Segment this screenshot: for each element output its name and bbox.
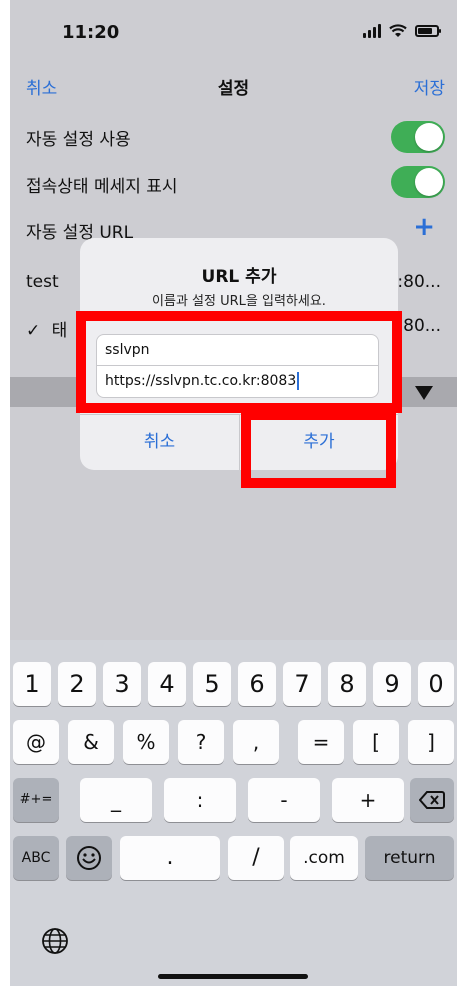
key-3[interactable]: 3: [103, 662, 141, 706]
signal-icon: [363, 24, 381, 38]
key-9[interactable]: 9: [373, 662, 411, 706]
dropdown-triangle-icon[interactable]: [415, 386, 433, 400]
list-item-check[interactable]: ✓ 태: [26, 316, 67, 341]
key-1[interactable]: 1: [13, 662, 51, 706]
status-message-toggle[interactable]: [391, 166, 445, 198]
wifi-icon: [389, 24, 407, 37]
keyboard: 1 2 3 4 5 6 7 8 9 0 @ & % ? , = [ ] #+= …: [10, 640, 457, 986]
status-icons: [363, 24, 441, 38]
dialog-cancel-button[interactable]: 취소: [80, 414, 239, 470]
key-symbols-mode[interactable]: #+=: [13, 778, 59, 822]
home-indicator[interactable]: [158, 974, 308, 979]
key-hyphen[interactable]: -: [248, 778, 320, 822]
list-item-name: 태: [51, 321, 68, 341]
toggle-knob: [415, 168, 443, 196]
return-key[interactable]: return: [365, 836, 454, 880]
key-percent[interactable]: %: [123, 720, 169, 764]
key-plus[interactable]: +: [332, 778, 404, 822]
nav-save-button[interactable]: 저장: [414, 74, 445, 99]
key-dotcom[interactable]: .com: [290, 836, 358, 880]
dialog-title: URL 추가: [201, 267, 277, 287]
list-item-trail: :80...: [397, 272, 441, 292]
key-question[interactable]: ?: [178, 720, 224, 764]
status-message-label: 접속상태 메세지 표시: [26, 177, 178, 197]
checkmark-icon: ✓: [26, 321, 41, 341]
key-8[interactable]: 8: [328, 662, 366, 706]
key-comma[interactable]: ,: [233, 720, 279, 764]
key-6[interactable]: 6: [238, 662, 276, 706]
key-slash[interactable]: /: [228, 836, 284, 880]
highlight-input-box: [76, 311, 402, 413]
emoji-key[interactable]: [66, 836, 112, 880]
auto-setting-toggle[interactable]: [391, 121, 445, 153]
page-title: 설정: [217, 79, 250, 99]
key-2[interactable]: 2: [58, 662, 96, 706]
add-url-button[interactable]: +: [413, 212, 435, 242]
status-time: 11:20: [62, 22, 120, 43]
key-colon[interactable]: :: [164, 778, 236, 822]
key-4[interactable]: 4: [148, 662, 186, 706]
backspace-key[interactable]: [410, 778, 454, 822]
key-period[interactable]: .: [120, 836, 220, 880]
auto-setting-label: 자동 설정 사용: [26, 130, 131, 150]
key-left-bracket[interactable]: [: [353, 720, 399, 764]
dialog-message: 이름과 설정 URL을 입력하세요.: [152, 294, 326, 309]
battery-icon: [415, 25, 441, 37]
key-5[interactable]: 5: [193, 662, 231, 706]
key-at[interactable]: @: [13, 720, 59, 764]
globe-icon[interactable]: [40, 926, 70, 956]
emoji-icon: [77, 846, 101, 870]
highlight-add-box: [241, 410, 396, 488]
key-right-bracket[interactable]: ]: [408, 720, 454, 764]
toggle-knob: [415, 123, 443, 151]
list-item-name[interactable]: test: [26, 272, 59, 292]
key-underscore[interactable]: _: [80, 778, 152, 822]
key-0[interactable]: 0: [418, 662, 454, 706]
key-abc[interactable]: ABC: [13, 836, 59, 880]
key-equals[interactable]: =: [298, 720, 344, 764]
key-ampersand[interactable]: &: [68, 720, 114, 764]
phone-screen: 11:20 취소 설정 저장 자동 설정 사용 접속상태 메세지 표시 자동 설…: [10, 0, 457, 986]
backspace-icon: [418, 791, 445, 809]
key-7[interactable]: 7: [283, 662, 321, 706]
list-item-trail: :80...: [397, 316, 441, 336]
